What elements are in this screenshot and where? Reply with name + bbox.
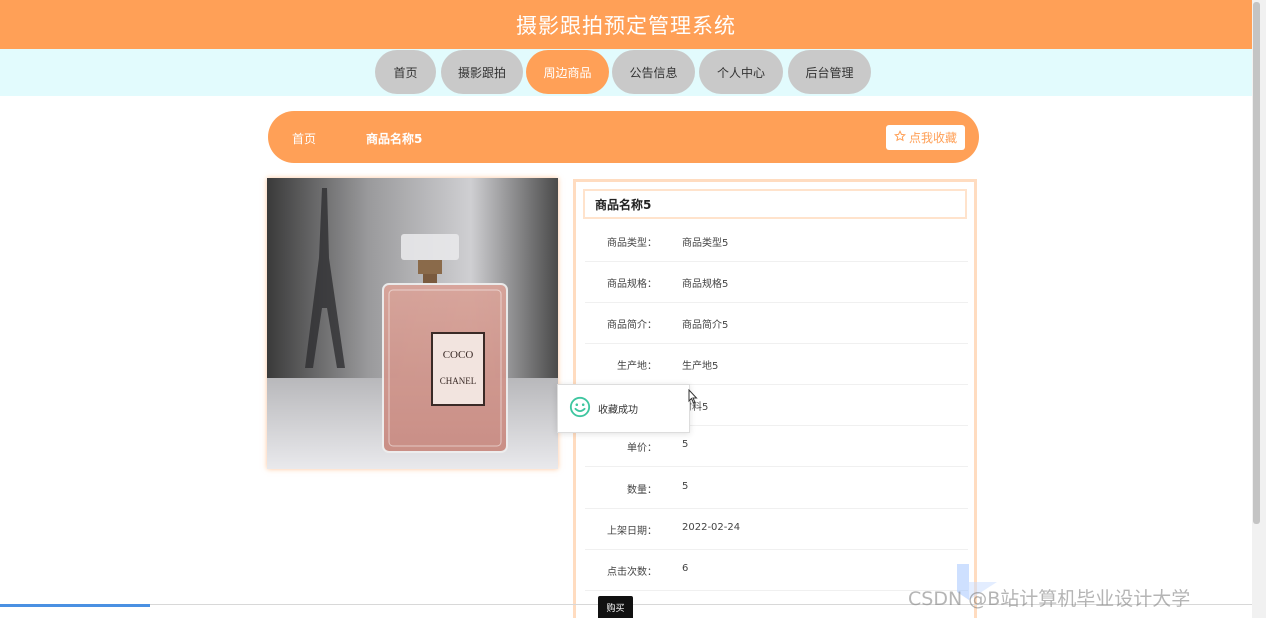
product-image: COCO CHANEL: [267, 178, 558, 469]
smile-icon: [569, 396, 591, 421]
app-title: 摄影跟拍预定管理系统: [516, 13, 736, 38]
nav-item-personal-center[interactable]: 个人中心: [699, 50, 783, 94]
info-row-quantity: 数量： 5: [585, 467, 968, 509]
bottle-label-bottom: CHANEL: [440, 376, 477, 386]
row-label: 商品类型：: [607, 238, 657, 249]
watermark-text: CSDN @B站计算机毕业设计大学: [908, 588, 1191, 610]
buy-button[interactable]: 购买: [598, 596, 633, 618]
row-value: 商品简介5: [682, 320, 729, 331]
row-label: 数量：: [627, 485, 657, 496]
nav-item-admin[interactable]: 后台管理: [788, 50, 871, 94]
nav-item-announcements[interactable]: 公告信息: [612, 50, 695, 94]
product-name: 商品名称5: [583, 189, 967, 219]
main-nav: 首页 摄影跟拍 周边商品 公告信息 个人中心 后台管理: [0, 49, 1252, 96]
info-row-type: 商品类型： 商品类型5: [585, 220, 968, 262]
app-header: 摄影跟拍预定管理系统: [0, 0, 1252, 49]
breadcrumb-current: 商品名称5: [366, 132, 423, 146]
success-toast: 收藏成功: [557, 384, 690, 433]
loading-progress-bar: [0, 604, 150, 607]
star-outline-icon: [894, 130, 906, 145]
row-label: 点击次数：: [607, 567, 657, 578]
row-label: 商品规格：: [607, 279, 657, 290]
row-value: 商品类型5: [682, 238, 729, 249]
row-value: 5: [682, 481, 689, 492]
scrollbar-thumb[interactable]: [1253, 2, 1260, 524]
favorite-button[interactable]: 点我收藏: [886, 125, 965, 150]
row-label: 单价：: [627, 443, 657, 454]
row-value: 2022-02-24: [682, 522, 741, 533]
nav-item-merchandise[interactable]: 周边商品: [526, 50, 609, 94]
row-label: 商品简介：: [607, 320, 657, 331]
nav-item-photography[interactable]: 摄影跟拍: [441, 50, 523, 94]
info-row-spec: 商品规格： 商品规格5: [585, 261, 968, 303]
row-label: 上架日期：: [607, 526, 657, 537]
row-value: 生产地5: [682, 361, 719, 372]
mouse-cursor-icon: [688, 388, 698, 408]
info-row-intro: 商品简介： 商品简介5: [585, 302, 968, 344]
breadcrumb-home[interactable]: 首页: [292, 130, 316, 147]
bottle-label-top: COCO: [443, 349, 474, 361]
toast-message: 收藏成功: [598, 405, 638, 416]
favorite-button-label: 点我收藏: [908, 131, 957, 145]
nav-item-home[interactable]: 首页: [375, 50, 436, 94]
info-row-origin: 生产地： 生产地5: [585, 343, 968, 385]
info-row-listing-date: 上架日期： 2022-02-24: [585, 508, 968, 550]
row-value: 商品规格5: [682, 279, 729, 290]
row-label: 生产地：: [617, 361, 657, 372]
row-value: 5: [682, 439, 689, 450]
row-value: 6: [682, 563, 689, 574]
